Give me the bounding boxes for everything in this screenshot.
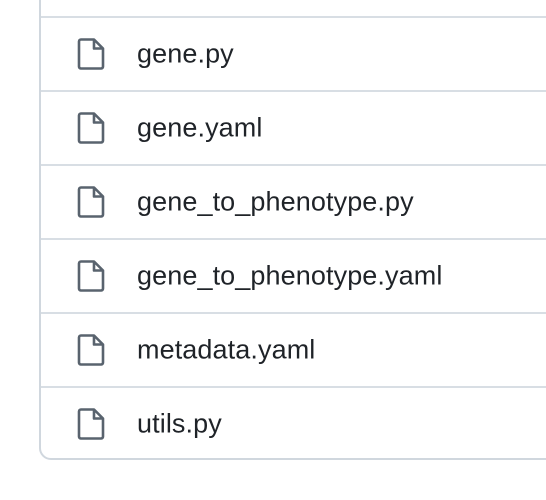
file-name[interactable]: utils.py — [137, 409, 222, 440]
file-row-gene-to-phenotype-yaml[interactable]: gene_to_phenotype.yaml — [41, 238, 546, 312]
file-row-gene-to-phenotype-py[interactable]: gene_to_phenotype.py — [41, 164, 546, 238]
file-name[interactable]: gene_to_phenotype.yaml — [137, 261, 442, 292]
file-icon — [77, 38, 105, 70]
file-icon — [77, 260, 105, 292]
file-row-gene-py[interactable]: gene.py — [41, 16, 546, 90]
file-row-utils-py[interactable]: utils.py — [41, 386, 546, 458]
file-name[interactable]: gene.yaml — [137, 113, 262, 144]
file-icon — [77, 186, 105, 218]
file-icon — [77, 334, 105, 366]
file-row-metadata-yaml[interactable]: metadata.yaml — [41, 312, 546, 386]
file-name[interactable]: gene.py — [137, 39, 234, 70]
file-name[interactable]: gene_to_phenotype.py — [137, 187, 414, 218]
file-icon — [77, 408, 105, 440]
file-icon — [77, 112, 105, 144]
file-row-gene-yaml[interactable]: gene.yaml — [41, 90, 546, 164]
file-list: gene.py gene.yaml gene_to_phenotype.py g… — [39, 0, 546, 460]
file-name[interactable]: metadata.yaml — [137, 335, 315, 366]
